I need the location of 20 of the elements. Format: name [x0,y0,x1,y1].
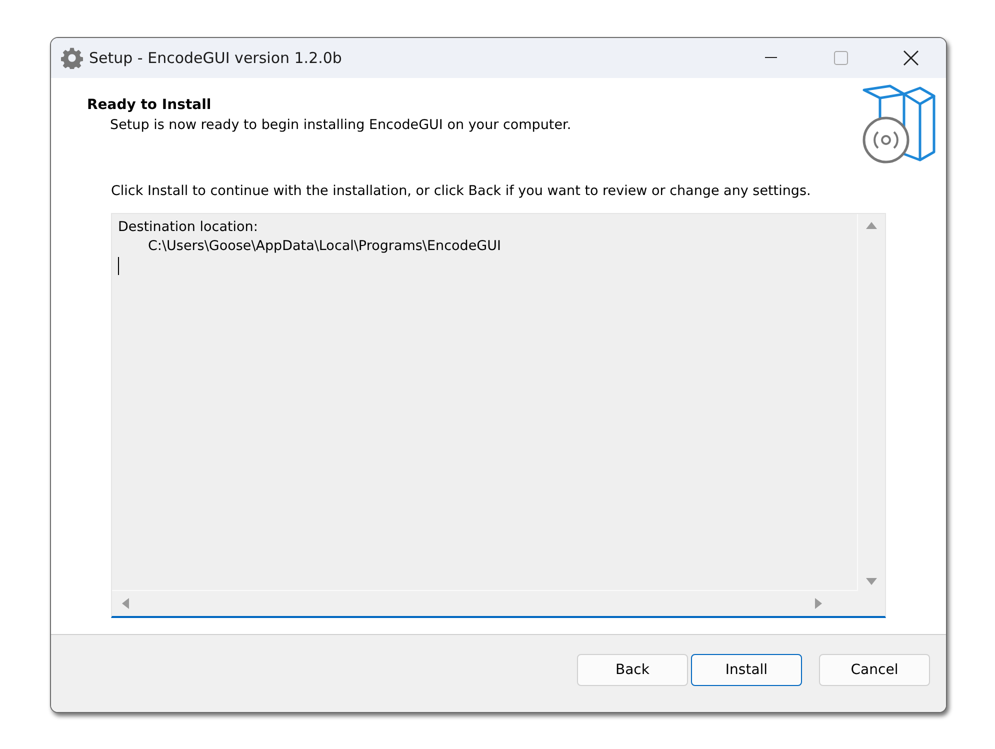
memo-line: C:\Users\Goose\AppData\Local\Programs\EncodeGUI [147,237,502,256]
page-subtitle: Setup is now ready to begin installing EncodeGUI on your computer. [110,117,572,133]
scroll-down-icon[interactable] [866,578,877,585]
instruction-text: Click Install to continue with the installation, or click Back if you want to review or change any settings. [111,183,812,199]
dialog-button[interactable]: Install [691,654,802,686]
dialog-button[interactable]: Back [577,654,688,686]
close-icon[interactable] [903,50,919,66]
page-heading: Ready to Install [87,97,212,113]
memo-line: Destination location: [118,218,259,237]
dialog-button[interactable]: Cancel [819,654,930,686]
scroll-up-icon[interactable] [866,222,877,229]
text-cursor [118,257,119,275]
gear-icon [61,47,83,69]
software-box-icon [860,84,938,164]
scroll-right-icon[interactable] [815,598,822,609]
window-title: Setup - EncodeGUI version 1.2.0b [89,49,343,67]
minimize-icon[interactable] [765,57,777,59]
maximize-icon[interactable] [834,51,848,65]
summary-memo[interactable]: Destination location: C:\Users\Goose\AppData\Local\Programs\EncodeGUI [111,213,886,618]
scroll-left-icon[interactable] [122,598,129,609]
